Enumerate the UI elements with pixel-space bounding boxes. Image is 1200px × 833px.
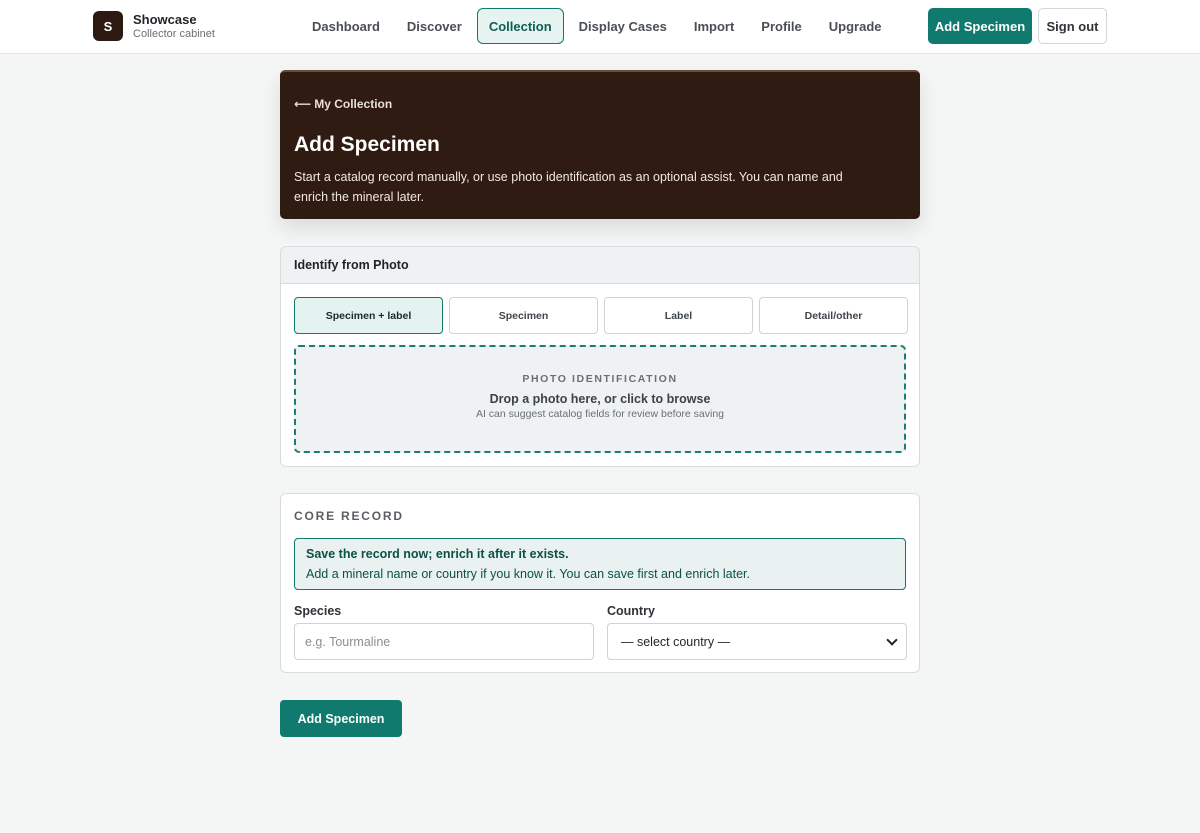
identify-from-photo-card: Identify from Photo Specimen + label Spe… <box>280 246 920 467</box>
back-arrow-icon: ⟵ <box>294 97 312 111</box>
add-specimen-nav-button[interactable]: Add Specimen <box>928 8 1032 44</box>
sign-out-button[interactable]: Sign out <box>1038 8 1107 44</box>
info-notice: Save the record now; enrich it after it … <box>294 538 906 590</box>
country-select[interactable]: — select country — <box>607 623 907 660</box>
country-select-value: — select country — <box>621 634 731 649</box>
nav-item-profile[interactable]: Profile <box>749 8 813 44</box>
species-label: Species <box>294 604 342 618</box>
back-to-collection-link[interactable]: ⟵ My Collection <box>294 97 392 111</box>
photo-dropzone[interactable]: PHOTO IDENTIFICATION Drop a photo here, … <box>294 345 906 453</box>
photo-mode-selector: Specimen + label Specimen Label Detail/o… <box>294 297 914 334</box>
page-description: Start a catalog record manually, or use … <box>294 170 843 204</box>
nav-item-collection[interactable]: Collection <box>476 8 564 44</box>
mode-specimen[interactable]: Specimen <box>449 297 598 334</box>
dropzone-eyebrow: PHOTO IDENTIFICATION <box>522 373 678 385</box>
species-input[interactable] <box>294 623 594 660</box>
brand-text: Showcase Collector cabinet <box>133 12 215 41</box>
mode-label[interactable]: Label <box>604 297 753 334</box>
country-label: Country <box>607 604 655 618</box>
chevron-down-icon <box>886 633 898 646</box>
add-specimen-submit-button[interactable]: Add Specimen <box>280 700 402 737</box>
core-record-title: CORE RECORD <box>294 509 404 523</box>
brand-logo: S <box>93 11 123 41</box>
core-record-card: CORE RECORD Save the record now; enrich … <box>280 493 920 673</box>
brand-subtitle: Collector cabinet <box>133 27 215 40</box>
page-header: ⟵ My Collection Add Specimen Start a cata… <box>280 70 920 219</box>
notice-body: Add a mineral name or country if you kno… <box>306 567 750 581</box>
brand[interactable]: S Showcase Collector cabinet <box>93 11 215 41</box>
nav-item-dashboard[interactable]: Dashboard <box>300 8 392 44</box>
dropzone-instruction: Drop a photo here, or click to browse <box>489 392 711 406</box>
nav-item-import[interactable]: Import <box>682 8 746 44</box>
page-title: Add Specimen <box>294 133 440 156</box>
notice-title: Save the record now; enrich it after it … <box>306 547 569 561</box>
top-navigation-bar: S Showcase Collector cabinet Dashboard D… <box>0 0 1200 54</box>
mode-detail-other[interactable]: Detail/other <box>759 297 908 334</box>
nav-item-discover[interactable]: Discover <box>395 8 474 44</box>
nav-item-display-cases[interactable]: Display Cases <box>567 8 679 44</box>
dropzone-hint: AI can suggest catalog fields for review… <box>475 408 725 420</box>
brand-name: Showcase <box>133 11 197 27</box>
identify-card-title: Identify from Photo <box>281 247 919 284</box>
nav-item-upgrade[interactable]: Upgrade <box>817 8 894 44</box>
back-link-label: My Collection <box>314 97 393 111</box>
mode-specimen-label[interactable]: Specimen + label <box>294 297 443 334</box>
main-nav: Dashboard Discover Collection Display Ca… <box>300 8 897 44</box>
